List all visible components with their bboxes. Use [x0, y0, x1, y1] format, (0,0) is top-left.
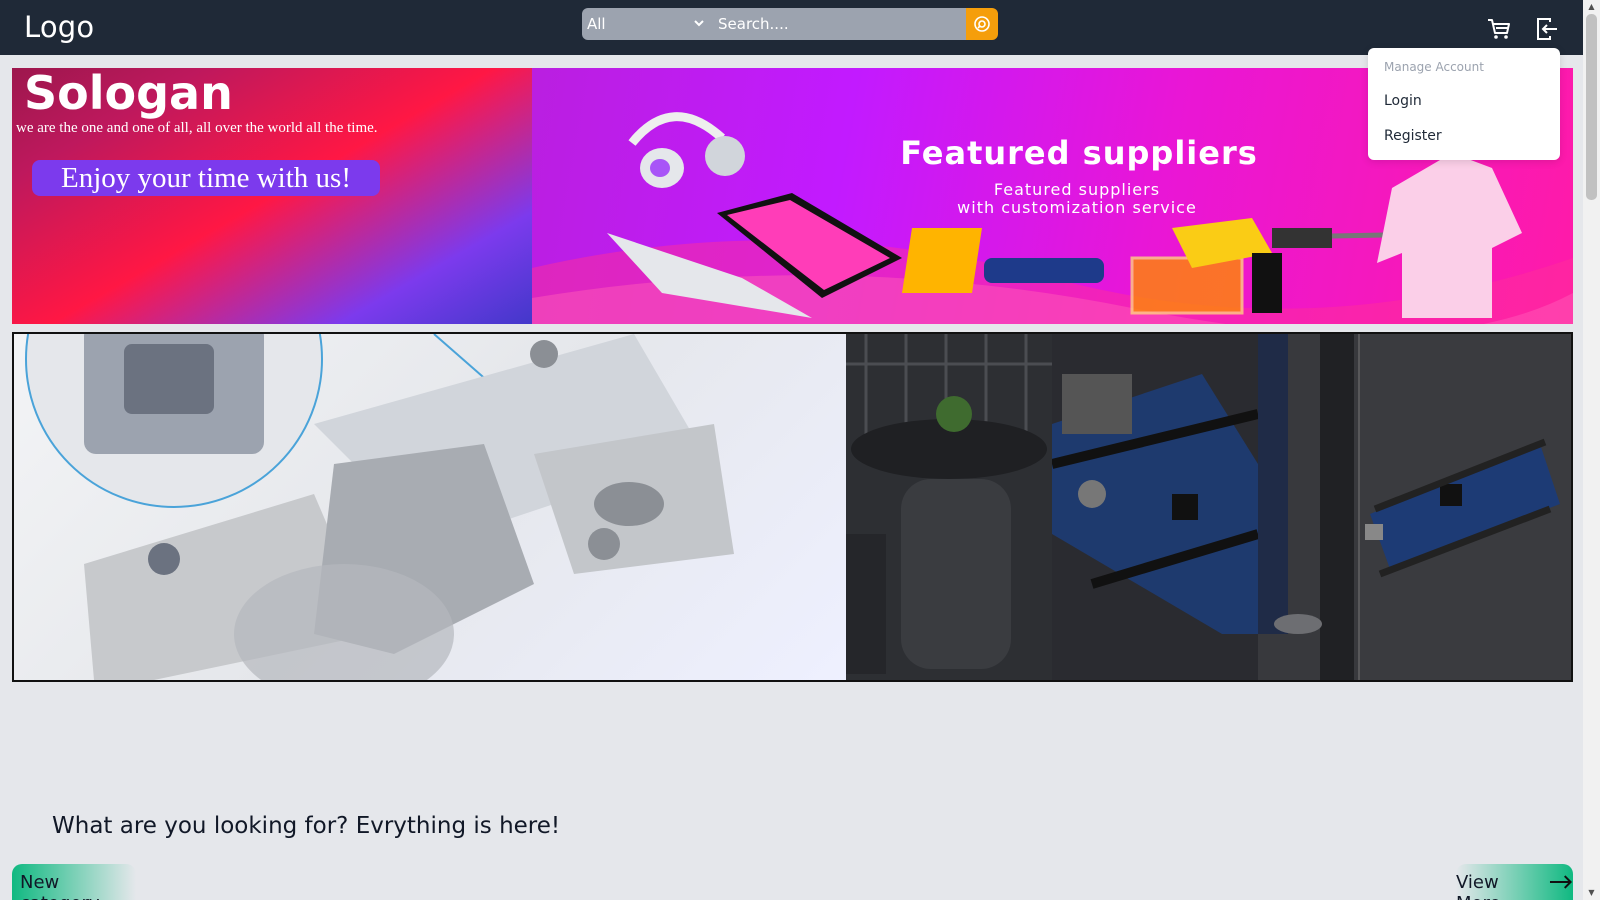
login-menu-item[interactable]: Login — [1384, 93, 1422, 109]
arduino-uno-image — [1052, 374, 1258, 634]
product-gallery — [12, 332, 1573, 682]
search-input[interactable]: Search.... — [712, 8, 966, 40]
search-bar: All Search.... — [582, 8, 998, 40]
legs-image — [1258, 334, 1360, 680]
logo[interactable]: Logo — [24, 10, 94, 44]
arrow-right-icon — [1550, 875, 1573, 889]
gallery-thumb-4[interactable] — [1360, 334, 1571, 680]
category-select[interactable]: All — [582, 8, 712, 40]
hinge-image — [25, 334, 734, 680]
tagline-text: we are the one and one of all, all over … — [16, 120, 378, 136]
patio-table-image — [846, 334, 1052, 674]
account-dropdown: Manage Account Login Register — [1368, 48, 1560, 160]
search-placeholder: Search.... — [718, 15, 789, 33]
gallery-thumb-3[interactable] — [1258, 334, 1360, 680]
section-heading: What are you looking for? Evrything is h… — [52, 813, 561, 839]
logout-icon — [1537, 18, 1557, 40]
logout-button[interactable] — [1534, 16, 1560, 42]
hero-slogan-panel: Sologan we are the one and one of all, a… — [12, 68, 532, 324]
register-menu-item[interactable]: Register — [1384, 128, 1442, 144]
search-button[interactable] — [966, 8, 998, 40]
navbar: Logo All Search.... — [0, 0, 1583, 55]
cart-icon — [1488, 19, 1510, 39]
banner-title: Featured suppliers — [900, 134, 1258, 172]
banner-subtitle: Featured suppliers with customization se… — [957, 180, 1197, 217]
scroll-up-arrow-icon[interactable]: ▲ — [1587, 2, 1596, 11]
chevron-down-icon — [694, 20, 704, 27]
scrollbar-thumb[interactable] — [1586, 14, 1597, 200]
headphones-graphic — [628, 112, 745, 188]
slogan-heading: Sologan — [24, 68, 233, 120]
enjoy-cta[interactable]: Enjoy your time with us! — [32, 160, 380, 196]
cart-button[interactable] — [1486, 16, 1512, 42]
view-more-label: View More — [1456, 872, 1501, 900]
search-icon — [974, 16, 990, 32]
gallery-thumb-1[interactable] — [846, 334, 1052, 680]
toolbox-graphic — [1130, 256, 1244, 315]
view-more-button[interactable]: View More — [1456, 864, 1573, 900]
new-category-label[interactable]: New category — [12, 864, 136, 900]
page-scrollbar[interactable]: ▲ ▼ — [1583, 0, 1600, 900]
gallery-thumb-2[interactable] — [1052, 334, 1258, 680]
category-select-value: All — [587, 15, 606, 33]
gallery-main-image[interactable] — [14, 334, 846, 680]
account-menu-title: Manage Account — [1384, 60, 1484, 74]
arduino-nano-image — [1365, 438, 1560, 578]
scroll-down-arrow-icon[interactable]: ▼ — [1587, 888, 1596, 897]
